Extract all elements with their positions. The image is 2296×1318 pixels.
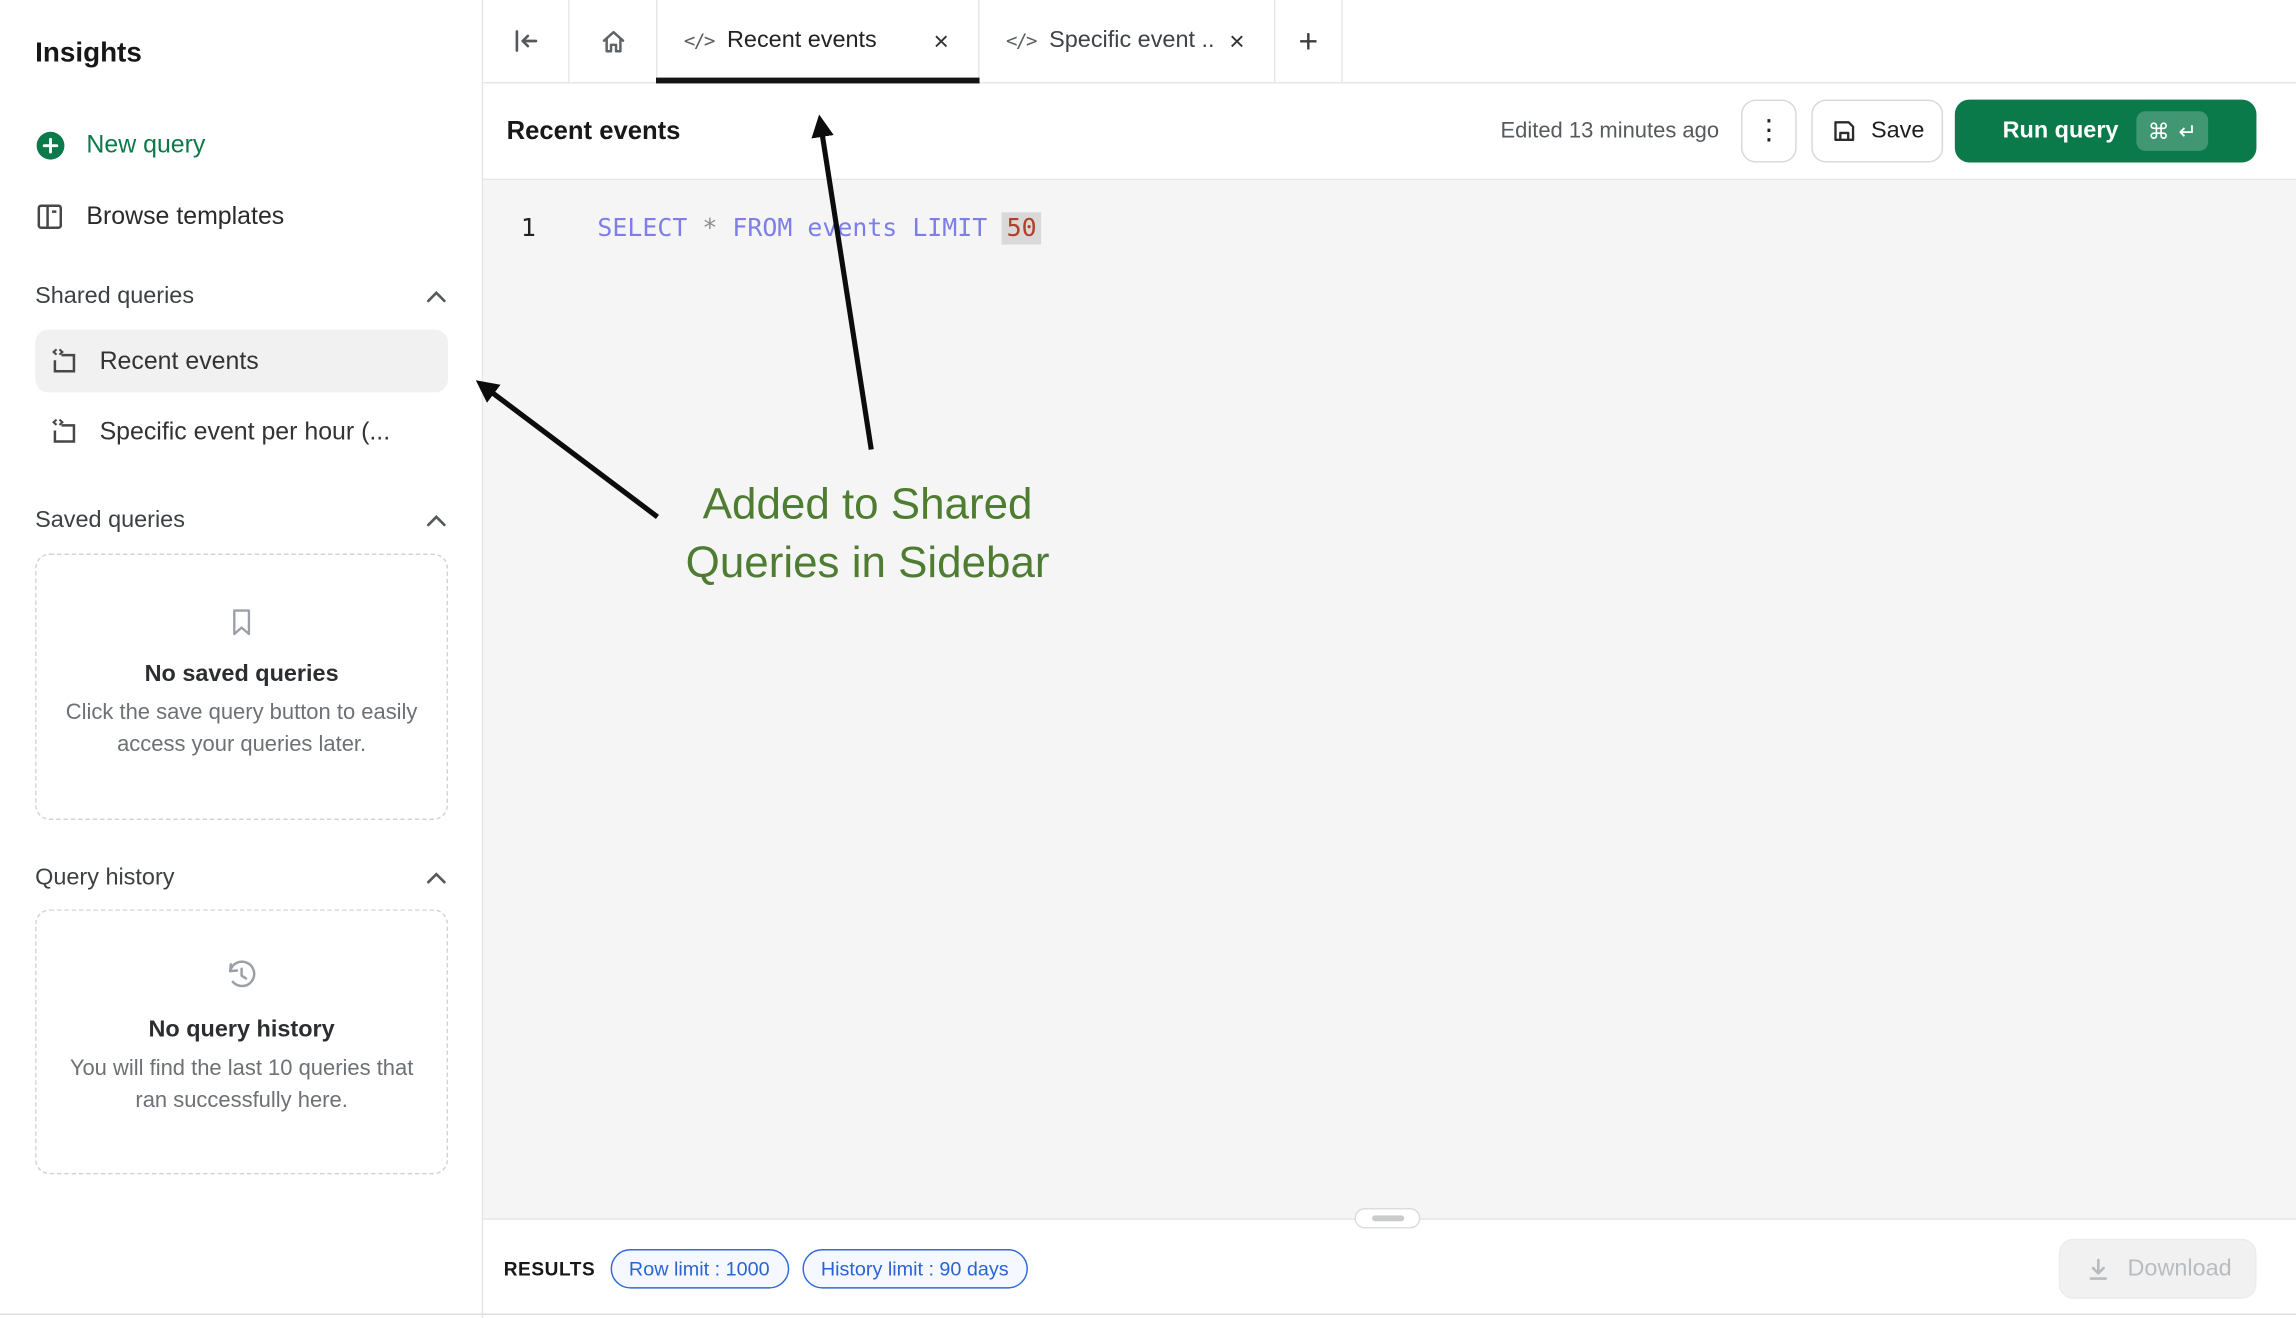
shared-query-icon bbox=[50, 417, 79, 446]
tab-specific-event[interactable]: </> Specific event ... × bbox=[980, 0, 1276, 82]
history-limit-pill[interactable]: History limit : 90 days bbox=[802, 1249, 1028, 1289]
edited-status: Edited 13 minutes ago bbox=[1500, 119, 1719, 144]
tab-label: Recent events bbox=[727, 28, 877, 54]
code-line: 1 SELECT * FROM events LIMIT 50 bbox=[501, 212, 1041, 246]
save-label: Save bbox=[1871, 118, 1924, 144]
saved-queries-empty-state: No saved queries Click the save query bu… bbox=[35, 554, 448, 821]
query-title: Recent events bbox=[507, 116, 681, 147]
window-bottom-edge bbox=[0, 1313, 2296, 1314]
query-header: Recent events Edited 13 minutes ago ⋮ Sa… bbox=[483, 83, 2296, 180]
tab-label: Specific event ... bbox=[1049, 28, 1216, 54]
app-window: Insights New query Browse templates Shar… bbox=[0, 0, 2296, 1318]
pane-resize-handle[interactable] bbox=[1354, 1208, 1420, 1229]
bookmark-icon bbox=[37, 555, 447, 638]
new-tab-button[interactable]: + bbox=[1275, 0, 1342, 82]
more-options-button[interactable]: ⋮ bbox=[1741, 100, 1797, 163]
sidebar-item-label: Specific event per hour (... bbox=[100, 417, 391, 446]
collapse-sidebar-icon bbox=[510, 25, 542, 57]
tab-bar: </> Recent events × </> Specific event .… bbox=[483, 0, 2296, 83]
save-button[interactable]: Save bbox=[1811, 100, 1943, 163]
shared-query-icon bbox=[50, 346, 79, 375]
sql-number: 50 bbox=[1002, 212, 1041, 244]
results-label: RESULTS bbox=[504, 1258, 596, 1280]
new-query-button[interactable]: New query bbox=[35, 113, 452, 177]
empty-state-body: You will find the last 10 queries that r… bbox=[37, 1053, 447, 1117]
close-tab-icon[interactable]: × bbox=[1229, 28, 1244, 54]
annotation-text: Added to Shared Queries in Sidebar bbox=[586, 476, 1150, 593]
browse-templates-label: Browse templates bbox=[86, 202, 284, 231]
sidebar-item-label: Recent events bbox=[100, 346, 259, 375]
sidebar: Insights New query Browse templates Shar… bbox=[0, 0, 483, 1318]
code-tag-icon: </> bbox=[684, 30, 714, 52]
sidebar-item-recent-events[interactable]: Recent events bbox=[35, 329, 448, 392]
download-icon bbox=[2084, 1254, 2113, 1283]
chevron-up-icon bbox=[425, 513, 448, 531]
download-label: Download bbox=[2127, 1256, 2231, 1282]
row-limit-pill[interactable]: Row limit : 1000 bbox=[610, 1249, 789, 1289]
shared-queries-label: Shared queries bbox=[35, 284, 194, 310]
query-history-label: Query history bbox=[35, 865, 174, 891]
save-icon bbox=[1830, 117, 1858, 145]
plus-circle-icon bbox=[36, 131, 64, 159]
browse-templates-icon bbox=[35, 202, 64, 231]
browse-templates-button[interactable]: Browse templates bbox=[35, 185, 452, 249]
annotation-line: Queries in Sidebar bbox=[586, 534, 1150, 593]
return-icon: ↵ bbox=[2179, 118, 2197, 144]
run-query-label: Run query bbox=[2003, 118, 2119, 144]
empty-state-title: No saved queries bbox=[37, 662, 447, 688]
history-icon bbox=[37, 911, 447, 994]
sql-keyword: LIMIT bbox=[912, 214, 987, 243]
cmd-icon: ⌘ bbox=[2148, 118, 2170, 144]
annotation-line: Added to Shared bbox=[586, 476, 1150, 535]
chevron-up-icon bbox=[425, 288, 448, 306]
keyboard-shortcut-badge: ⌘ ↵ bbox=[2136, 111, 2209, 151]
saved-queries-label: Saved queries bbox=[35, 508, 185, 534]
sql-code[interactable]: SELECT * FROM events LIMIT 50 bbox=[597, 212, 1041, 246]
query-history-empty-state: No query history You will find the last … bbox=[35, 909, 448, 1174]
sql-keyword: FROM bbox=[732, 214, 792, 243]
empty-state-body: Click the save query button to easily ac… bbox=[37, 697, 447, 761]
sql-star: * bbox=[702, 214, 717, 243]
empty-state-title: No query history bbox=[37, 1018, 447, 1044]
sql-editor[interactable]: 1 SELECT * FROM events LIMIT 50 bbox=[483, 180, 2296, 1218]
home-button[interactable] bbox=[570, 0, 658, 82]
run-query-button[interactable]: Run query ⌘ ↵ bbox=[1955, 100, 2257, 163]
chevron-up-icon bbox=[425, 870, 448, 888]
saved-queries-section-header[interactable]: Saved queries bbox=[35, 502, 448, 540]
resize-grip-icon bbox=[1371, 1215, 1403, 1221]
results-bar: RESULTS Row limit : 1000 History limit :… bbox=[483, 1218, 2296, 1318]
main-panel: </> Recent events × </> Specific event .… bbox=[483, 0, 2296, 1318]
home-icon bbox=[597, 25, 629, 57]
line-number: 1 bbox=[501, 212, 536, 246]
collapse-sidebar-button[interactable] bbox=[483, 0, 569, 82]
sql-keyword: SELECT bbox=[597, 214, 687, 243]
code-tag-icon: </> bbox=[1006, 30, 1036, 52]
page-title: Insights bbox=[35, 38, 142, 70]
close-tab-icon[interactable]: × bbox=[933, 28, 948, 54]
tab-recent-events[interactable]: </> Recent events × bbox=[657, 0, 979, 82]
new-query-label: New query bbox=[86, 130, 205, 159]
kebab-icon: ⋮ bbox=[1755, 114, 1783, 148]
shared-queries-section-header[interactable]: Shared queries bbox=[35, 278, 448, 316]
add-tab-icon: + bbox=[1299, 21, 1319, 61]
sql-table-name: events bbox=[807, 214, 897, 243]
sidebar-item-specific-event[interactable]: Specific event per hour (... bbox=[35, 400, 448, 463]
query-history-section-header[interactable]: Query history bbox=[35, 860, 448, 898]
download-button[interactable]: Download bbox=[2059, 1239, 2257, 1299]
